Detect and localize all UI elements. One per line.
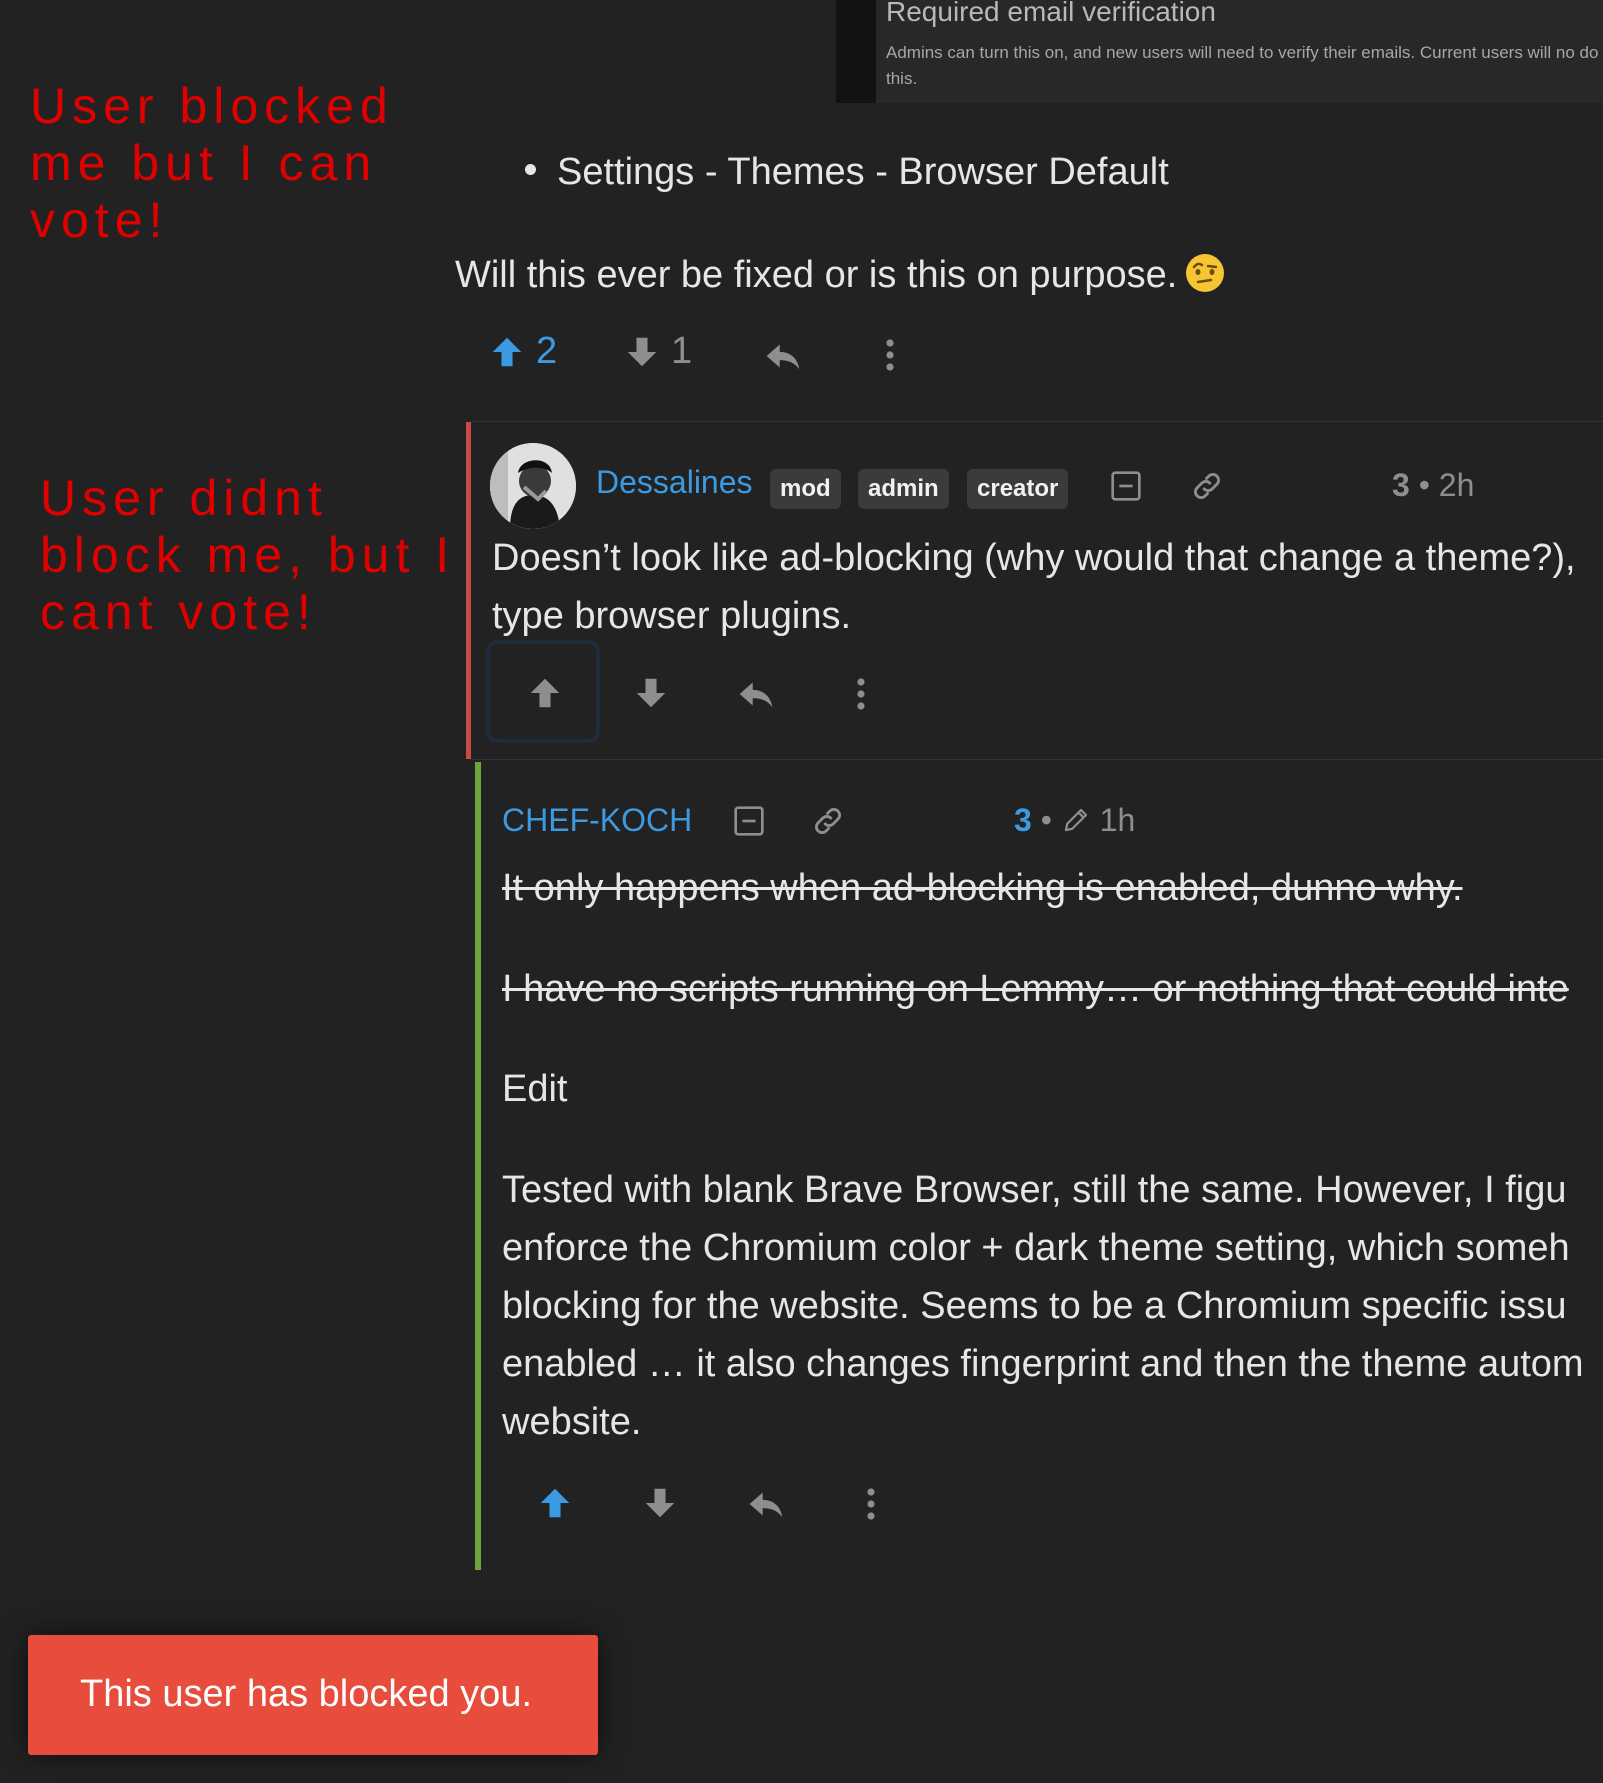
embedded-setting-title: Required email verification: [886, 0, 1216, 27]
post-bullet-item: Settings - Themes - Browser Default: [525, 151, 1169, 194]
annotation-blocked-can-vote: User blocked me but I can vote!: [30, 78, 394, 248]
reply-username[interactable]: CHEF-KOCH: [502, 802, 692, 839]
reply-age: 1h: [1099, 802, 1136, 838]
post-reply-icon[interactable]: [763, 338, 803, 374]
struck-line: It only happens when ad-blocking is enab…: [502, 867, 1463, 909]
toast-message: This user has blocked you.: [80, 1673, 533, 1715]
comment-body-line: type browser plugins.: [492, 595, 852, 637]
collapse-icon[interactable]: [1110, 470, 1142, 502]
annotation-not-blocked-cant-vote: User didnt block me, but I cant vote!: [40, 470, 456, 640]
collapse-icon[interactable]: [733, 805, 765, 837]
comment-score: 3: [1392, 467, 1410, 503]
reply-body: Tested with blank Brave Browser, still t…: [502, 1161, 1584, 1451]
post-text: Will this ever be fixed or is this on pu…: [455, 253, 1225, 297]
reply-upvote-button[interactable]: [536, 1484, 574, 1522]
comment-downvote-button[interactable]: [632, 674, 670, 712]
reply-body-line: enabled … it also changes fingerprint an…: [502, 1343, 1584, 1385]
reply-score: 3: [1014, 802, 1032, 838]
post-downvote-button[interactable]: 1: [623, 330, 692, 373]
avatar[interactable]: [490, 443, 576, 529]
comment-reply-icon[interactable]: [736, 676, 776, 712]
reply-more-options-icon[interactable]: [861, 1486, 881, 1522]
struck-line: I have no scripts running on Lemmy… or n…: [502, 968, 1569, 1010]
bullet-text: Settings - Themes - Browser Default: [557, 151, 1169, 193]
badge-admin: admin: [858, 469, 949, 509]
comment-depth-border-red: [466, 422, 471, 759]
blocked-toast[interactable]: This user has blocked you.: [28, 1635, 598, 1755]
link-icon[interactable]: [811, 804, 845, 838]
meta-separator: •: [1418, 467, 1430, 503]
embedded-setting-description: Admins can turn this on, and new users w…: [886, 43, 1599, 88]
link-icon[interactable]: [1190, 469, 1224, 503]
comment-meta: 3 • 2h: [1392, 467, 1474, 504]
post-upvote-count: 2: [536, 330, 558, 372]
reply-reply-icon[interactable]: [746, 1486, 786, 1522]
reply-downvote-button[interactable]: [641, 1484, 679, 1522]
post-downvote-count: 1: [671, 330, 693, 372]
comment-divider: [471, 759, 1603, 760]
badge-mod: mod: [770, 469, 841, 509]
reply-meta: 3 • 1h: [1014, 802, 1135, 839]
comment-more-options-icon[interactable]: [851, 676, 871, 712]
embedded-sidebar-strip: [836, 0, 876, 103]
user-photo-icon: [490, 443, 576, 529]
comment-body: Doesn’t look like ad-blocking (why would…: [492, 529, 1576, 645]
reply-body-line: Tested with blank Brave Browser, still t…: [502, 1169, 1567, 1211]
comment-upvote-button[interactable]: [526, 674, 564, 712]
bullet-dot: [525, 164, 536, 176]
reply-body-line: enforce the Chromium color + dark theme …: [502, 1227, 1570, 1269]
meta-separator: •: [1040, 802, 1052, 838]
edit-heading: Edit: [502, 1068, 568, 1110]
comment-thread-divider: [471, 421, 1603, 422]
post-upvote-button[interactable]: 2: [488, 330, 557, 373]
comment-depth-border-green: [475, 762, 481, 1570]
comment-body-line: Doesn’t look like ad-blocking (why would…: [492, 537, 1576, 579]
pencil-edited-icon: [1064, 808, 1087, 831]
reply-body-line: blocking for the website. Seems to be a …: [502, 1285, 1567, 1327]
badge-creator: creator: [967, 469, 1069, 509]
post-more-options-icon[interactable]: [880, 337, 900, 373]
comment-username[interactable]: Dessalines: [596, 464, 753, 501]
post-text-content: Will this ever be fixed or is this on pu…: [455, 254, 1178, 296]
arrow-down-icon: [627, 337, 657, 366]
comment-age: 2h: [1438, 467, 1475, 503]
reply-body-line: website.: [502, 1401, 642, 1443]
raised-eyebrow-emoji-icon: [1186, 253, 1225, 292]
arrow-up-icon: [492, 337, 522, 366]
